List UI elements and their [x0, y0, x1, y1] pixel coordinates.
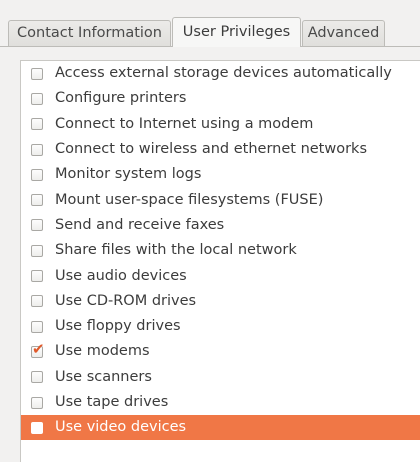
privilege-label: Use audio devices [55, 267, 187, 284]
privilege-row[interactable]: Mount user-space filesystems (FUSE) [21, 187, 420, 212]
privilege-label: Use floppy drives [55, 318, 181, 335]
privilege-label: Use tape drives [55, 394, 169, 410]
privilege-label: Mount user-space filesystems (FUSE) [55, 191, 324, 208]
checkbox[interactable] [31, 143, 43, 156]
checkbox[interactable] [31, 421, 43, 434]
privilege-label: Connect to wireless and ethernet network… [55, 141, 368, 158]
tab-advanced[interactable]: Advanced [302, 20, 385, 46]
privilege-label: Use modems [55, 343, 150, 360]
checkbox[interactable] [31, 320, 43, 333]
checkbox[interactable] [31, 244, 43, 257]
privilege-row[interactable]: Access external storage devices automati… [21, 61, 420, 86]
privilege-row[interactable]: Use CD-ROM drives [21, 289, 420, 314]
checkmark-icon: ✔ [32, 339, 45, 358]
checkbox[interactable] [31, 371, 43, 384]
privilege-row[interactable]: Use audio devices [21, 263, 420, 288]
privilege-row[interactable]: Use tape drives [21, 390, 420, 415]
tab-panel-user-privileges: Access external storage devices automati… [0, 46, 420, 462]
privileges-list[interactable]: Access external storage devices automati… [20, 60, 420, 462]
checkbox[interactable] [31, 396, 43, 409]
checkbox[interactable] [31, 295, 43, 308]
privilege-label: Use CD-ROM drives [55, 292, 197, 309]
privilege-row[interactable]: Use floppy drives [21, 314, 420, 339]
tab-contact-information[interactable]: Contact Information [8, 20, 171, 46]
privilege-label: Configure printers [55, 90, 187, 107]
privilege-label: Use video devices [55, 419, 187, 436]
checkbox[interactable] [31, 270, 43, 283]
checkbox[interactable] [31, 168, 43, 181]
privilege-row[interactable]: Use scanners [21, 365, 420, 390]
privilege-row-selected[interactable]: Use video devices [21, 415, 420, 441]
checkbox[interactable] [31, 92, 43, 105]
tab-user-privileges[interactable]: User Privileges [172, 17, 301, 47]
privilege-row[interactable]: Send and receive faxes [21, 213, 420, 238]
privilege-label: Access external storage devices automati… [55, 65, 392, 82]
privilege-label: Share files with the local network [55, 242, 297, 259]
privilege-row[interactable]: ✔ Use modems [21, 339, 420, 364]
privilege-row[interactable]: Share files with the local network [21, 238, 420, 263]
privilege-label: Monitor system logs [55, 166, 202, 183]
privilege-row[interactable]: Monitor system logs [21, 162, 420, 187]
privilege-label: Connect to Internet using a modem [55, 115, 314, 132]
checkbox[interactable] [31, 194, 43, 207]
privilege-row[interactable]: Connect to Internet using a modem [21, 112, 420, 137]
privilege-row[interactable]: Connect to wireless and ethernet network… [21, 137, 420, 162]
privilege-label: Send and receive faxes [55, 216, 225, 233]
checkbox[interactable] [31, 118, 43, 131]
checkbox[interactable] [31, 219, 43, 232]
privilege-row[interactable]: Configure printers [21, 86, 420, 111]
tab-bar: Contact Information User Privileges Adva… [0, 0, 420, 47]
checkbox-checked[interactable]: ✔ [31, 341, 45, 358]
checkbox[interactable] [31, 67, 43, 80]
privilege-label: Use scanners [55, 368, 152, 385]
